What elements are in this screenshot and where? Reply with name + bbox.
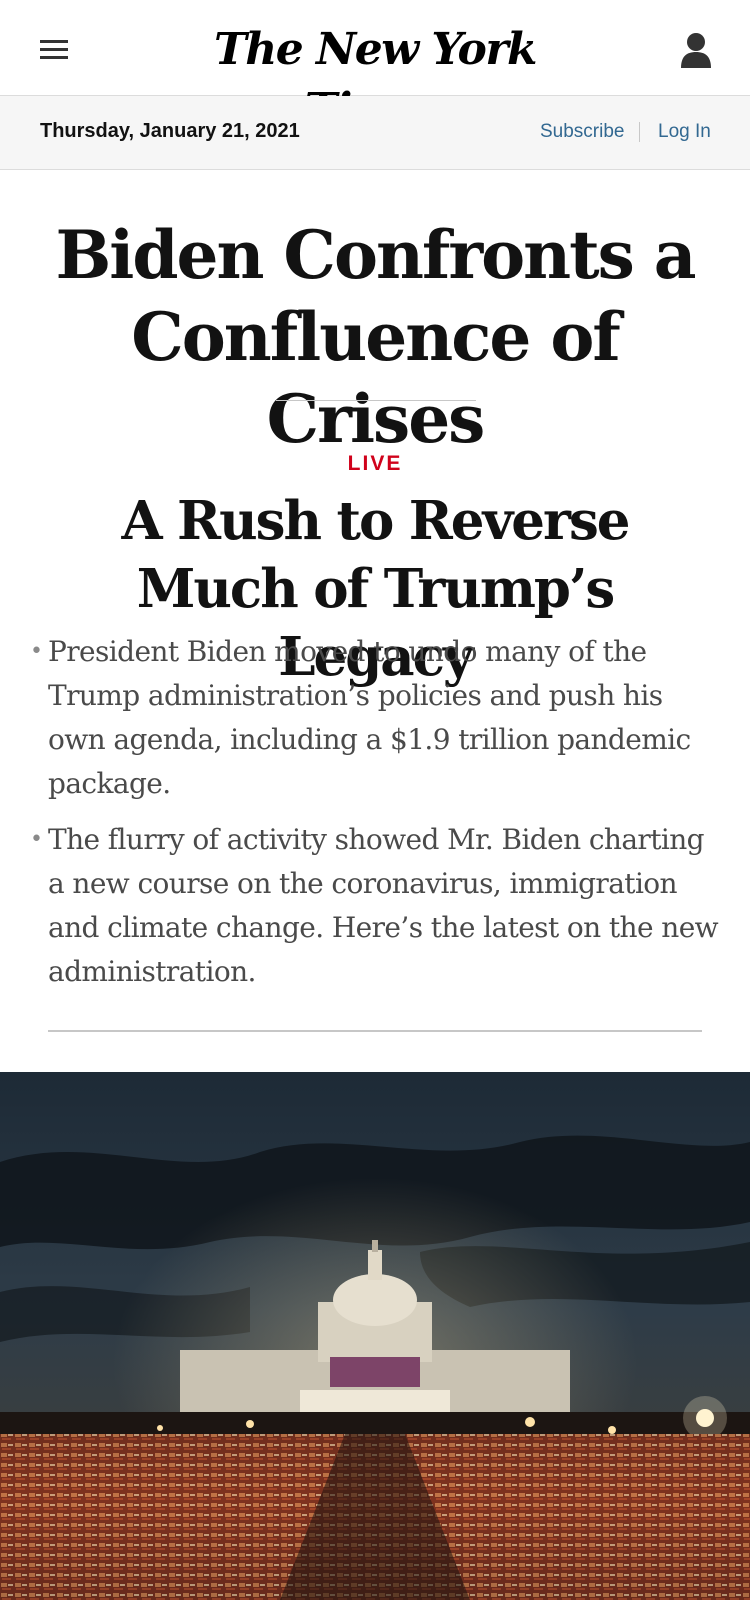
story-summary-list: • President Biden moved to undo many of … (30, 630, 720, 1006)
headline-divider (276, 400, 476, 401)
summary-text: The flurry of activity showed Mr. Biden … (48, 823, 719, 988)
current-date: Thursday, January 21, 2021 (40, 120, 300, 142)
summary-item: • The flurry of activity showed Mr. Bide… (30, 818, 720, 994)
lead-headline[interactable]: Biden Confronts a Confluence of Crises (30, 214, 720, 460)
login-link[interactable]: Log In (658, 121, 711, 143)
subscribe-link[interactable]: Subscribe (540, 121, 625, 143)
hamburger-menu-icon[interactable] (30, 28, 78, 72)
capitol-flags-photo[interactable] (0, 1072, 750, 1600)
bullet-icon: • (30, 639, 43, 664)
masthead-bar: The New York Times (0, 0, 750, 135)
bullet-icon: • (30, 827, 43, 852)
user-icon[interactable] (672, 28, 720, 72)
summary-item: • President Biden moved to undo many of … (30, 630, 720, 806)
live-label: LIVE (347, 452, 403, 475)
summary-text: President Biden moved to undo many of th… (48, 635, 691, 800)
link-divider (639, 122, 640, 142)
date-bar: Thursday, January 21, 2021 Subscribe Log… (0, 96, 750, 170)
story-divider (48, 1030, 702, 1032)
